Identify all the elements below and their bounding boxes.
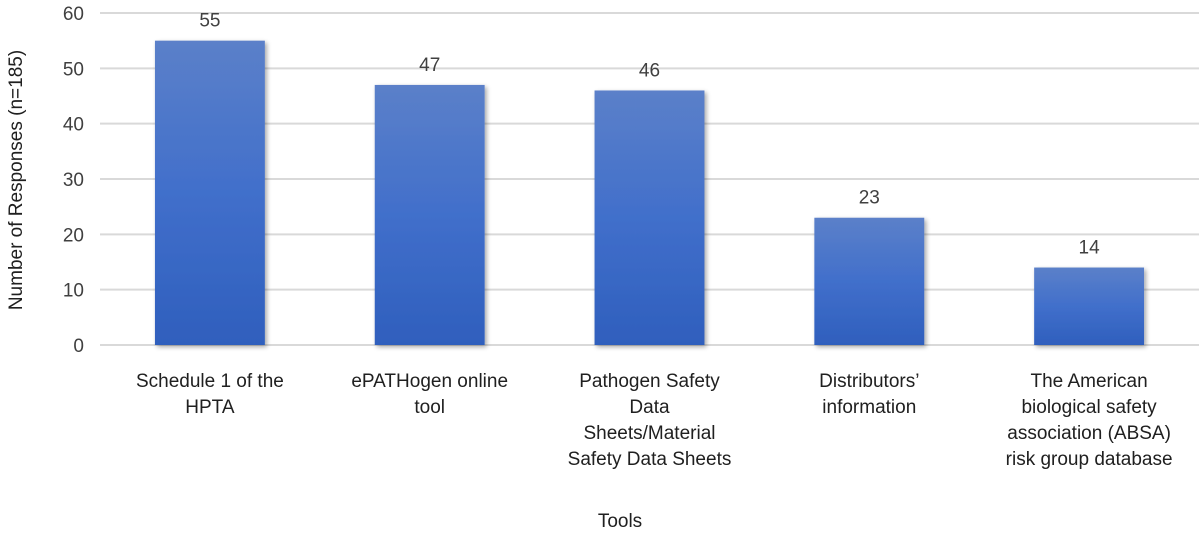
x-tick-label-line: Safety Data Sheets [568, 449, 732, 470]
data-label: 55 [199, 11, 220, 32]
x-tick-label-line: information [822, 397, 916, 418]
x-tick-label-line: ePATHogen online [351, 371, 508, 392]
x-tick-label-line: association (ABSA) [1007, 423, 1171, 444]
x-tick-label-line: HPTA [185, 397, 235, 418]
x-axis-title: Tools [598, 511, 642, 532]
x-tick-label-line: biological safety [1021, 397, 1157, 418]
x-tick-label-line: Distributors’ [819, 371, 919, 392]
bars [154, 40, 1145, 346]
x-tick-label-line: The American [1030, 371, 1147, 392]
x-tick-label-line: Pathogen Safety [579, 371, 720, 392]
x-tick-label-line: risk group database [1006, 449, 1173, 470]
x-tick-label-line: Schedule 1 of the [136, 371, 284, 392]
x-tick-label-line: Data [629, 397, 670, 418]
y-tick-label: 60 [63, 4, 84, 25]
bar [154, 40, 265, 346]
x-tick-label-line: Sheets/Material [583, 423, 715, 444]
x-axis-categories: Schedule 1 of the HPTA ePATHogen online too… [136, 371, 1173, 470]
x-tick-label-line: tool [414, 397, 445, 418]
y-tick-label: 10 [63, 281, 84, 302]
bar [814, 217, 925, 345]
y-tick-label: 20 [63, 225, 84, 246]
data-label: 47 [419, 55, 440, 76]
y-axis-ticks: 0 10 20 30 40 50 60 [63, 4, 84, 357]
y-tick-label: 50 [63, 59, 84, 80]
data-label: 46 [639, 60, 660, 81]
x-tick-label: Distributors’ information [819, 371, 919, 418]
data-label: 14 [1079, 238, 1101, 259]
x-tick-label: The American biological safety association… [1006, 371, 1173, 470]
y-axis-title: Number of Responses (n=185) [6, 50, 27, 310]
y-tick-label: 0 [73, 336, 84, 357]
data-label: 23 [859, 188, 880, 209]
bar-chart: 0 10 20 30 40 50 60 55 47 46 23 14 Schedule 1 of t… [6, 4, 1199, 532]
bar [594, 90, 705, 345]
x-tick-label: Schedule 1 of the HPTA [136, 371, 284, 418]
x-tick-label: ePATHogen online tool [351, 371, 508, 418]
x-tick-label: Pathogen Safety Data Sheets/Material Safety… [568, 371, 732, 470]
bar [1034, 267, 1145, 345]
bar [374, 84, 485, 345]
y-tick-label: 30 [63, 170, 84, 191]
y-tick-label: 40 [63, 115, 84, 136]
